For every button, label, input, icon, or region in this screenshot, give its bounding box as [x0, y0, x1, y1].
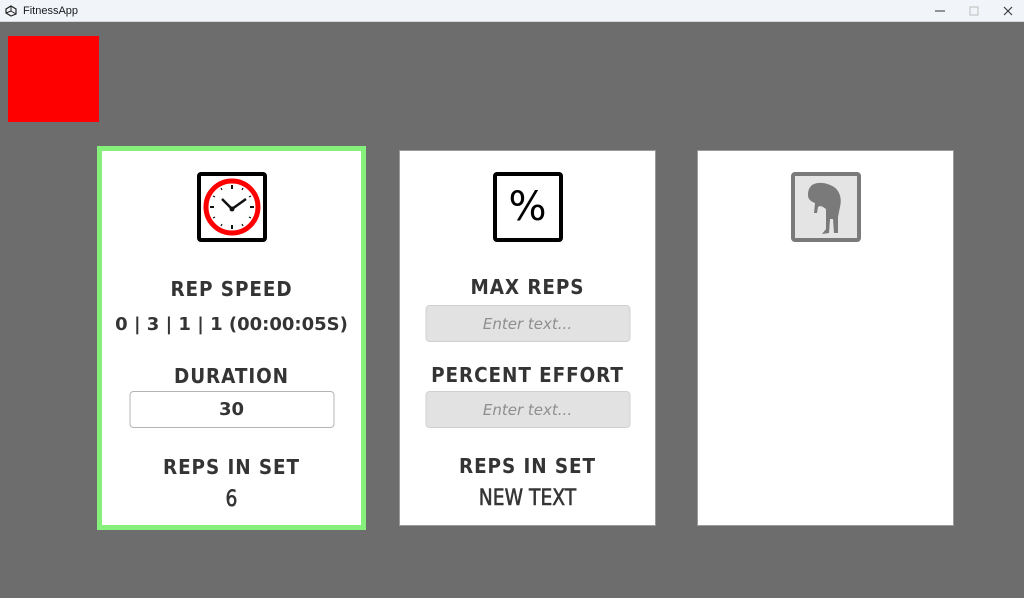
- rep-speed-label: REP SPEED: [170, 277, 293, 301]
- close-button[interactable]: [992, 0, 1024, 22]
- maximize-button[interactable]: [958, 0, 990, 22]
- minimize-button[interactable]: [924, 0, 956, 22]
- duration-label: DURATION: [174, 364, 289, 388]
- reps-in-set-value: 6: [225, 487, 238, 513]
- close-icon: [1003, 6, 1013, 16]
- max-reps-input[interactable]: Enter text...: [425, 305, 630, 342]
- percent-effort-label: PERCENT EFFORT: [431, 363, 624, 387]
- unity-logo-icon: [5, 4, 17, 17]
- exhausted-person-icon: [790, 172, 861, 242]
- exercise-card-fatigue[interactable]: [697, 150, 954, 526]
- percent-icon: %: [492, 172, 563, 242]
- reps-in-set-label: REPS IN SET: [458, 454, 597, 478]
- exercise-card-percent-effort[interactable]: % MAX REPS Enter text... PERCENT EFFORT …: [399, 150, 656, 526]
- minimize-icon: [935, 10, 945, 12]
- percent-effort-input[interactable]: Enter text...: [425, 391, 630, 428]
- max-reps-label: MAX REPS: [470, 275, 585, 299]
- window-controls: [922, 0, 1024, 22]
- clock-icon: [196, 172, 267, 242]
- reps-in-set-label: REPS IN SET: [162, 455, 301, 479]
- reps-in-set-value: NEW TEXT: [478, 486, 577, 512]
- maximize-icon: [969, 6, 979, 16]
- rep-speed-value: 0 | 3 | 1 | 1 (00:00:05S): [115, 314, 348, 335]
- status-indicator: [8, 36, 99, 122]
- duration-input[interactable]: 30: [129, 391, 334, 428]
- exercise-card-rep-speed[interactable]: REP SPEED 0 | 3 | 1 | 1 (00:00:05S) DURA…: [97, 146, 366, 530]
- window-title: FitnessApp: [23, 4, 79, 17]
- title-bar: FitnessApp: [0, 0, 1024, 22]
